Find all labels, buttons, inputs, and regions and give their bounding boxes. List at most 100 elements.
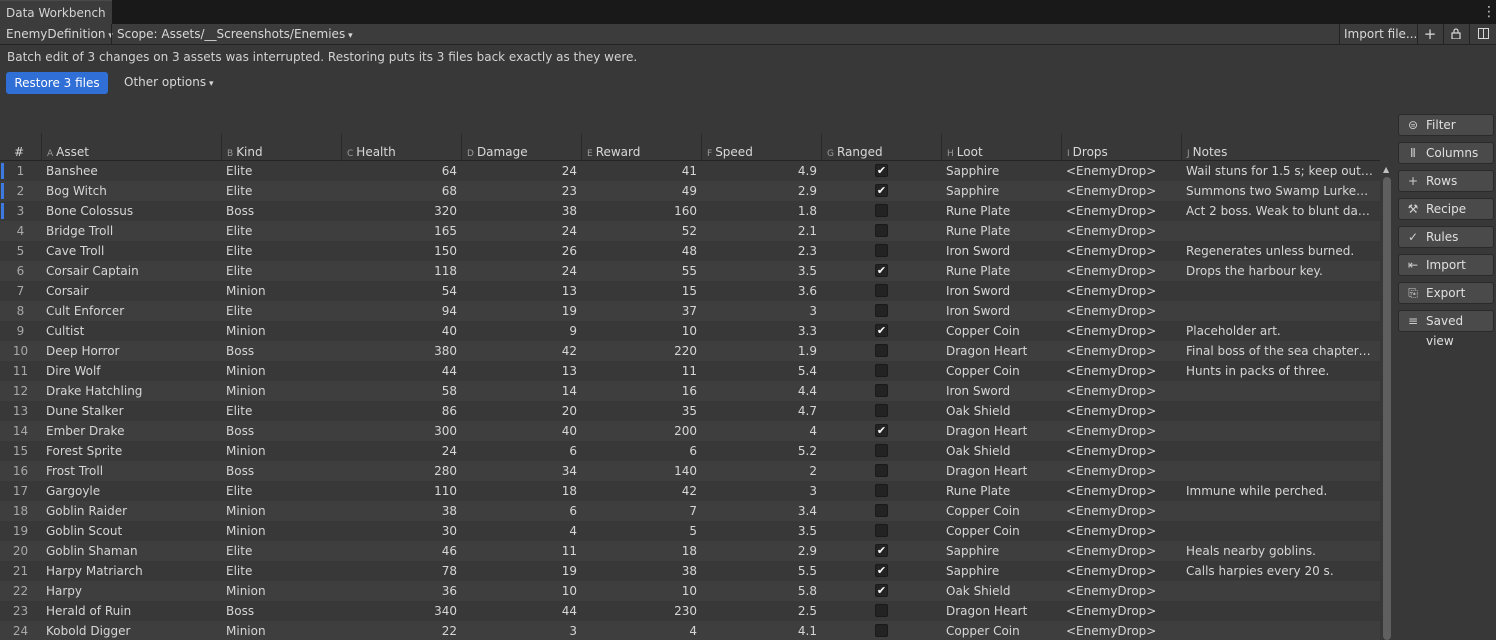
cell-drops[interactable]: <EnemyDrop> — [1061, 221, 1181, 241]
cell-speed[interactable]: 4.7 — [701, 401, 821, 421]
ranged-checkbox[interactable] — [875, 624, 888, 637]
cell-drops[interactable]: <EnemyDrop> — [1061, 341, 1181, 361]
cell-reward[interactable]: 200 — [581, 421, 701, 441]
cell-health[interactable]: 150 — [341, 241, 461, 261]
ranged-checkbox[interactable]: ✔ — [875, 564, 888, 577]
cell-drops[interactable]: <EnemyDrop> — [1061, 361, 1181, 381]
ranged-checkbox[interactable] — [875, 504, 888, 517]
cell-damage[interactable]: 6 — [461, 501, 581, 521]
cell-health[interactable]: 54 — [341, 281, 461, 301]
cell-speed[interactable]: 5.8 — [701, 581, 821, 601]
cell-reward[interactable]: 37 — [581, 301, 701, 321]
cell-loot[interactable]: Rune Plate — [941, 221, 1061, 241]
table-row[interactable]: 10 Deep Horror Boss 380 42 220 1.9 Dragon Heart… — [0, 341, 1380, 361]
cell-reward[interactable]: 10 — [581, 581, 701, 601]
cell-loot[interactable]: Rune Plate — [941, 201, 1061, 221]
cell-loot[interactable]: Dragon Heart — [941, 421, 1061, 441]
cell-asset[interactable]: Drake Hatchling — [41, 381, 221, 401]
cell-notes[interactable] — [1181, 601, 1377, 621]
cell-speed[interactable]: 3.6 — [701, 281, 821, 301]
cell-drops[interactable]: <EnemyDrop> — [1061, 261, 1181, 281]
table-row[interactable]: 17 Gargoyle Elite 110 18 42 3 Rune Plate <EnemyD… — [0, 481, 1380, 501]
cell-damage[interactable]: 9 — [461, 321, 581, 341]
column-header-health[interactable]: C Health — [341, 133, 461, 161]
cell-notes[interactable] — [1181, 401, 1377, 421]
cell-loot[interactable]: Dragon Heart — [941, 601, 1061, 621]
cell-asset[interactable]: Cave Troll — [41, 241, 221, 261]
cell-kind[interactable]: Boss — [221, 461, 341, 481]
cell-asset[interactable]: Deep Horror — [41, 341, 221, 361]
table-row[interactable]: 8 Cult Enforcer Elite 94 19 37 3 Iron Sword <Ene… — [0, 301, 1380, 321]
cell-notes[interactable]: Calls harpies every 20 s. — [1181, 561, 1377, 581]
cell-damage[interactable]: 20 — [461, 401, 581, 421]
cell-loot[interactable]: Oak Shield — [941, 581, 1061, 601]
cell-loot[interactable]: Sapphire — [941, 181, 1061, 201]
restore-files-button[interactable]: Restore 3 files — [6, 72, 108, 94]
cell-damage[interactable]: 38 — [461, 201, 581, 221]
cell-kind[interactable]: Minion — [221, 501, 341, 521]
table-row[interactable]: 6 Corsair Captain Elite 118 24 55 3.5 ✔ Rune Pla… — [0, 261, 1380, 281]
cell-reward[interactable]: 55 — [581, 261, 701, 281]
cell-asset[interactable]: Cultist — [41, 321, 221, 341]
table-row[interactable]: 19 Goblin Scout Minion 30 4 5 3.5 Copper Coin <E… — [0, 521, 1380, 541]
table-row[interactable]: 15 Forest Sprite Minion 24 6 6 5.2 Oak Shield <E… — [0, 441, 1380, 461]
cell-speed[interactable]: 3.4 — [701, 501, 821, 521]
ranged-checkbox[interactable] — [875, 404, 888, 417]
cell-drops[interactable]: <EnemyDrop> — [1061, 201, 1181, 221]
cell-drops[interactable]: <EnemyDrop> — [1061, 281, 1181, 301]
cell-asset[interactable]: Frost Troll — [41, 461, 221, 481]
cell-drops[interactable]: <EnemyDrop> — [1061, 521, 1181, 541]
cell-reward[interactable]: 18 — [581, 541, 701, 561]
ranged-checkbox[interactable] — [875, 444, 888, 457]
vertical-scrollbar[interactable]: ▲ — [1380, 161, 1394, 640]
cell-damage[interactable]: 13 — [461, 281, 581, 301]
ranged-checkbox[interactable]: ✔ — [875, 324, 888, 337]
filter-button[interactable]: ⊜ Filter — [1398, 114, 1494, 136]
saved-view-button[interactable]: ≡ Saved view — [1398, 310, 1494, 348]
cell-reward[interactable]: 10 — [581, 321, 701, 341]
cell-health[interactable]: 118 — [341, 261, 461, 281]
cell-health[interactable]: 38 — [341, 501, 461, 521]
cell-kind[interactable]: Minion — [221, 581, 341, 601]
cell-health[interactable]: 78 — [341, 561, 461, 581]
cell-drops[interactable]: <EnemyDrop> — [1061, 561, 1181, 581]
cell-loot[interactable]: Copper Coin — [941, 621, 1061, 640]
scrollbar-thumb[interactable] — [1383, 177, 1391, 640]
table-row[interactable]: 22 Harpy Minion 36 10 10 5.8 ✔ Oak Shield <EnemyD… — [0, 581, 1380, 601]
cell-drops[interactable]: <EnemyDrop> — [1061, 401, 1181, 421]
plus-icon[interactable]: + — [1417, 24, 1443, 44]
table-row[interactable]: 4 Bridge Troll Elite 165 24 52 2.1 Rune Plate <E… — [0, 221, 1380, 241]
cell-speed[interactable]: 2.1 — [701, 221, 821, 241]
cell-reward[interactable]: 49 — [581, 181, 701, 201]
cell-notes[interactable] — [1181, 581, 1377, 601]
cell-speed[interactable]: 1.9 — [701, 341, 821, 361]
column-header-asset[interactable]: A Asset — [41, 133, 221, 161]
cell-reward[interactable]: 4 — [581, 621, 701, 640]
columns-button[interactable]: Ⅱ Columns — [1398, 142, 1494, 164]
column-header-notes[interactable]: J Notes — [1181, 133, 1377, 161]
cell-reward[interactable]: 6 — [581, 441, 701, 461]
ranged-checkbox[interactable] — [875, 304, 888, 317]
cell-health[interactable]: 340 — [341, 601, 461, 621]
cell-health[interactable]: 110 — [341, 481, 461, 501]
cell-reward[interactable]: 140 — [581, 461, 701, 481]
cell-loot[interactable]: Sapphire — [941, 541, 1061, 561]
cell-reward[interactable]: 38 — [581, 561, 701, 581]
cell-drops[interactable]: <EnemyDrop> — [1061, 441, 1181, 461]
cell-health[interactable]: 44 — [341, 361, 461, 381]
ranged-checkbox[interactable] — [875, 484, 888, 497]
ranged-checkbox[interactable] — [875, 224, 888, 237]
cell-asset[interactable]: Ember Drake — [41, 421, 221, 441]
cell-kind[interactable]: Boss — [221, 341, 341, 361]
window-tab[interactable]: Data Workbench — [0, 0, 112, 24]
cell-health[interactable]: 22 — [341, 621, 461, 640]
column-header-damage[interactable]: D Damage — [461, 133, 581, 161]
cell-speed[interactable]: 3 — [701, 301, 821, 321]
cell-speed[interactable]: 4.4 — [701, 381, 821, 401]
column-header-reward[interactable]: E Reward — [581, 133, 701, 161]
cell-damage[interactable]: 6 — [461, 441, 581, 461]
cell-damage[interactable]: 19 — [461, 301, 581, 321]
cell-damage[interactable]: 42 — [461, 341, 581, 361]
cell-drops[interactable]: <EnemyDrop> — [1061, 461, 1181, 481]
cell-reward[interactable]: 48 — [581, 241, 701, 261]
